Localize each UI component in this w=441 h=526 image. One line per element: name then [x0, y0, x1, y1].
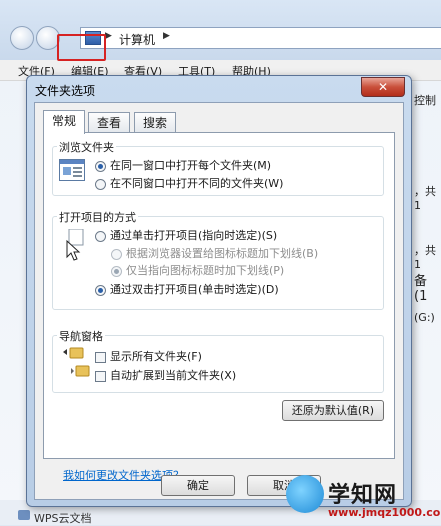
folder-window-icon: [59, 159, 85, 181]
navigation-pane-group: 导航窗格 显示所有文件夹(F) 自动扩展到当前文件夹(X): [52, 328, 384, 393]
radio-single-click[interactable]: 通过单击打开项目(指向时选定)(S): [95, 227, 277, 243]
side-fragment: 控制: [414, 94, 436, 107]
close-button[interactable]: ✕: [361, 77, 405, 97]
radio-underline-point: 仅当指向图标标题时加下划线(P): [111, 262, 284, 278]
ok-button[interactable]: 确定: [161, 475, 235, 496]
radio-new-window[interactable]: 在不同窗口中打开不同的文件夹(W): [95, 175, 283, 191]
side-fragment: 备 (1: [414, 274, 428, 304]
radio-button[interactable]: [95, 178, 106, 190]
cloud-icon: [18, 510, 30, 520]
checkbox[interactable]: [95, 351, 106, 363]
breadcrumb-arrow-icon[interactable]: ▶: [105, 31, 112, 41]
check-show-all-folders[interactable]: 显示所有文件夹(F): [95, 348, 202, 364]
tab-search[interactable]: 搜索: [134, 112, 177, 133]
radio-button: [111, 248, 122, 260]
watermark-text: 学知网: [328, 483, 398, 508]
radio-button[interactable]: [95, 284, 106, 296]
dialog-title: 文件夹选项: [35, 84, 96, 98]
radio-same-window[interactable]: 在同一窗口中打开每个文件夹(M): [95, 157, 271, 173]
radio-underline-browser: 根据浏览器设置给图标标题加下划线(B): [111, 245, 318, 261]
address-text: 计算机: [119, 33, 156, 47]
checkbox-label: 自动扩展到当前文件夹(X): [110, 369, 237, 382]
address-bar[interactable]: ▶ 计算机 ▶: [80, 27, 441, 49]
back-button[interactable]: [10, 26, 34, 50]
radio-double-click[interactable]: 通过双击打开项目(单击时选定)(D): [95, 281, 279, 297]
watermark-logo-icon: [286, 475, 324, 513]
group-title: 浏览文件夹: [57, 139, 116, 155]
check-auto-expand[interactable]: 自动扩展到当前文件夹(X): [95, 367, 236, 383]
group-title: 打开项目的方式: [57, 209, 138, 225]
radio-label: 在不同窗口中打开不同的文件夹(W): [110, 177, 284, 190]
restore-defaults-button[interactable]: 还原为默认值(R): [282, 400, 384, 421]
open-items-group: 打开项目的方式 通过单击打开项目(指向时选定)(S) 根据浏览器设置给图标标题加…: [52, 209, 384, 310]
watermark-url: www.jmqz1000.com: [328, 506, 441, 519]
tab-general[interactable]: 常规: [43, 110, 86, 134]
radio-button: [111, 265, 122, 277]
view-tab-highlight: [57, 34, 106, 61]
tab-view[interactable]: 查看: [88, 112, 131, 133]
tab-panel-general: 浏览文件夹 在同一窗口中打开每个文件夹(M) 在不同窗口中打开不同的文件夹(W): [43, 132, 395, 482]
side-fragment: ，共 1: [414, 185, 436, 212]
side-fragment: ，共 1: [414, 244, 436, 271]
taskbar-item[interactable]: WPS云文档: [34, 510, 92, 526]
breadcrumb-arrow-icon[interactable]: ▶: [163, 31, 170, 41]
radio-label: 根据浏览器设置给图标标题加下划线(B): [126, 247, 319, 260]
folder-options-dialog: 文件夹选项 ✕ 常规 查看 搜索 浏览文件夹 在同一窗口中打开每个文件夹(M): [26, 75, 412, 507]
radio-label: 通过双击打开项目(单击时选定)(D): [110, 283, 279, 296]
group-title: 导航窗格: [57, 328, 105, 344]
radio-label: 在同一窗口中打开每个文件夹(M): [110, 159, 272, 172]
radio-label: 仅当指向图标标题时加下划线(P): [126, 264, 285, 277]
side-fragment: (G:): [414, 311, 435, 324]
radio-button[interactable]: [95, 230, 106, 242]
checkbox-label: 显示所有文件夹(F): [110, 350, 202, 363]
folder-tree-icon: [63, 347, 90, 377]
watermark: 学知网 www.jmqz1000.com: [286, 475, 441, 525]
radio-button[interactable]: [95, 160, 106, 172]
checkbox[interactable]: [95, 370, 106, 382]
dialog-client: 常规 查看 搜索 浏览文件夹 在同一窗口中打开每个文件夹(M) 在不同窗口中打开…: [34, 102, 404, 500]
pointer-click-icon: [66, 229, 84, 261]
browse-folders-group: 浏览文件夹 在同一窗口中打开每个文件夹(M) 在不同窗口中打开不同的文件夹(W): [52, 139, 384, 196]
radio-label: 通过单击打开项目(指向时选定)(S): [110, 229, 278, 242]
